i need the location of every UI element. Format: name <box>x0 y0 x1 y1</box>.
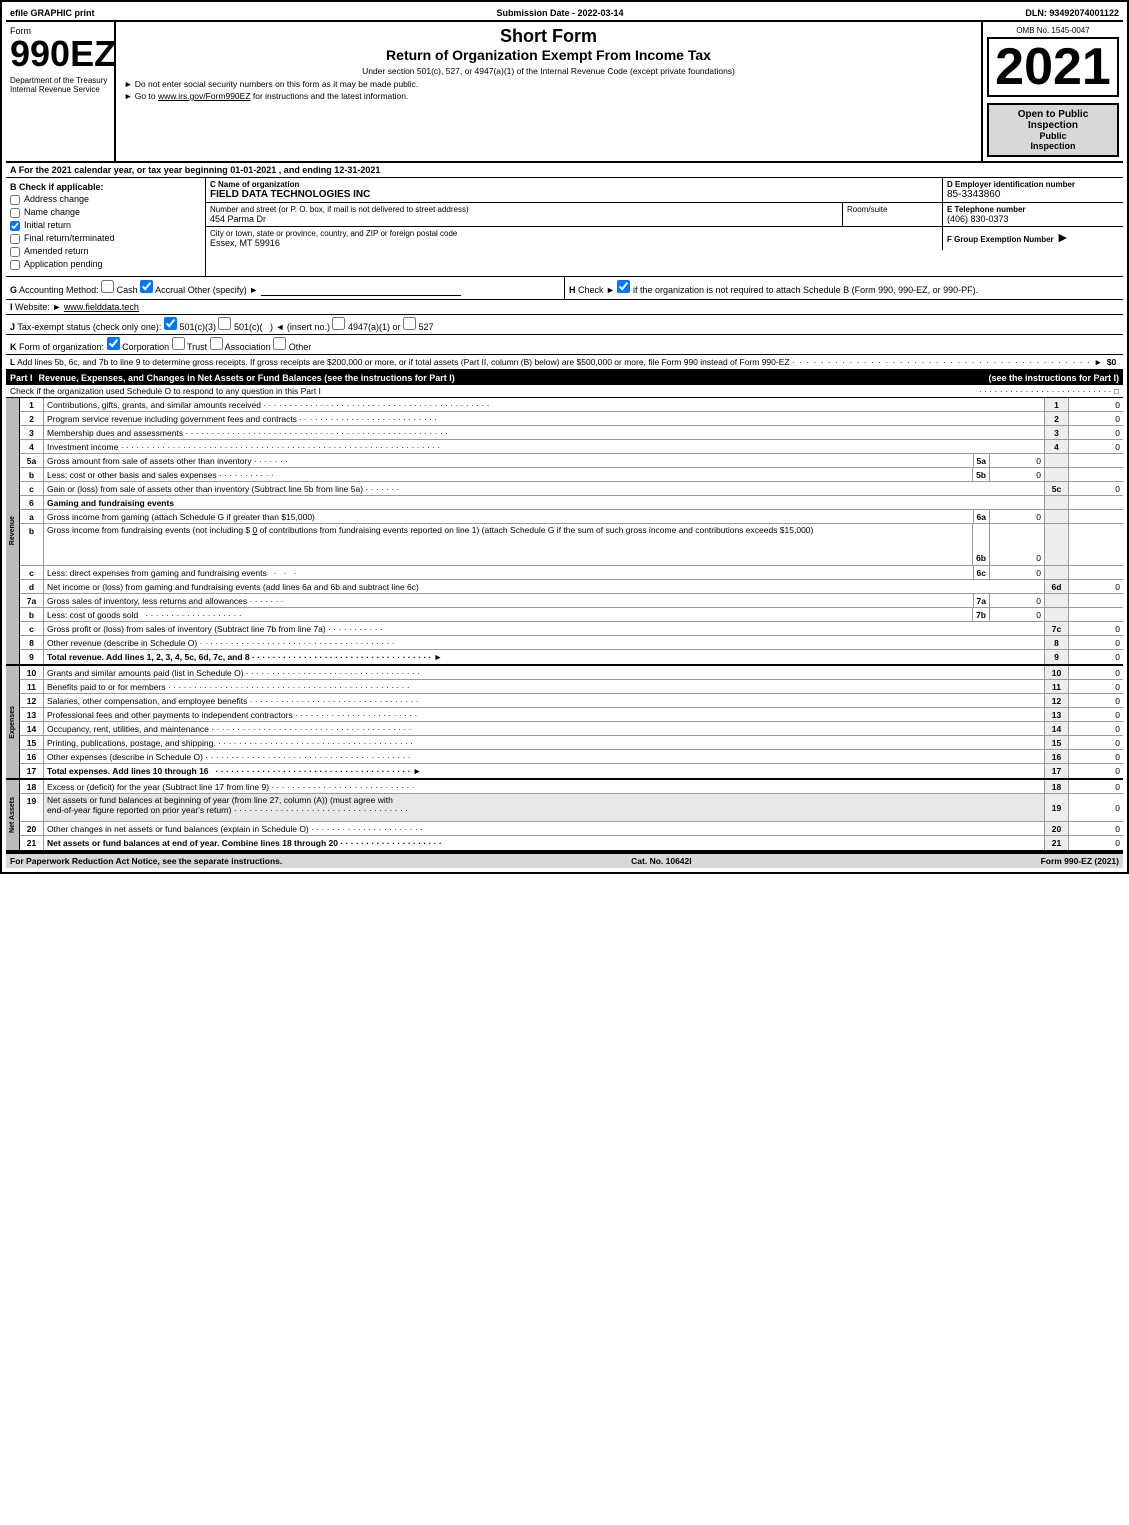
notice1: ► Do not enter social security numbers o… <box>124 79 973 89</box>
checkbox-name-change[interactable]: Name change <box>10 207 201 218</box>
open-inspection: Open to Public Inspection Public Inspect… <box>987 103 1119 157</box>
f-label: F Group Exemption Number ► <box>947 229 1119 245</box>
row-21: 21 Net assets or fund balances at end of… <box>20 836 1123 850</box>
section-b-label: B Check if applicable: <box>10 182 201 192</box>
revenue-sidebar: Revenue <box>9 516 16 545</box>
g-text: Accounting Method: <box>19 285 99 295</box>
527-checkbox[interactable] <box>403 317 416 330</box>
row-17: 17 Total expenses. Add lines 10 through … <box>20 764 1123 778</box>
footer: For Paperwork Reduction Act Notice, see … <box>6 852 1123 868</box>
notice2: ► Go to www.irs.gov/Form990EZ for instru… <box>124 91 973 101</box>
row-12: 12 Salaries, other compensation, and emp… <box>20 694 1123 708</box>
footer-paperwork: For Paperwork Reduction Act Notice, see … <box>10 856 282 866</box>
h-label: H <box>569 285 576 295</box>
row-8: 8 Other revenue (describe in Schedule O)… <box>20 636 1123 650</box>
checkbox-app-pending[interactable]: Application pending <box>10 259 201 270</box>
row-6a: a Gross income from gaming (attach Sched… <box>20 510 1123 524</box>
row-6b: b Gross income from fundraising events (… <box>20 524 1123 566</box>
row-1: 1 Contributions, gifts, grants, and simi… <box>20 398 1123 412</box>
ein: 85-3343860 <box>947 189 1119 200</box>
return-title: Return of Organization Exempt From Incom… <box>124 47 973 63</box>
page: efile GRAPHIC print Submission Date - 20… <box>0 0 1129 874</box>
city: Essex, MT 59916 <box>210 238 938 248</box>
row-11: 11 Benefits paid to or for members · · ·… <box>20 680 1123 694</box>
row-5c: c Gain or (loss) from sale of assets oth… <box>20 482 1123 496</box>
net-assets-sidebar: Net Assets <box>9 797 16 833</box>
checkbox-final-return[interactable]: Final return/terminated <box>10 233 201 244</box>
d-label: D Employer identification number <box>947 180 1119 189</box>
website-url: www.fielddata.tech <box>64 302 139 312</box>
year: 2021 <box>987 37 1119 97</box>
h-checkbox[interactable] <box>617 280 630 293</box>
dln: DLN: 93492074001122 <box>1025 8 1119 18</box>
row-18: 18 Excess or (deficit) for the year (Sub… <box>20 780 1123 794</box>
cash-checkbox[interactable] <box>101 280 114 293</box>
row-6c: c Less: direct expenses from gaming and … <box>20 566 1123 580</box>
address: 454 Parma Dr <box>210 214 838 224</box>
row-2: 2 Program service revenue including gove… <box>20 412 1123 426</box>
row-6d: d Net income or (loss) from gaming and f… <box>20 580 1123 594</box>
schedule-o-check-row: Check if the organization used Schedule … <box>6 385 1123 398</box>
row-13: 13 Professional fees and other payments … <box>20 708 1123 722</box>
row-6-header: 6 Gaming and fundraising events <box>20 496 1123 510</box>
row-15: 15 Printing, publications, postage, and … <box>20 736 1123 750</box>
row-7a: 7a Gross sales of inventory, less return… <box>20 594 1123 608</box>
g-label: G <box>10 285 17 295</box>
row-14: 14 Occupancy, rent, utilities, and maint… <box>20 722 1123 736</box>
e-label: E Telephone number <box>947 205 1119 214</box>
assoc-checkbox[interactable] <box>210 337 223 350</box>
website-row: I Website: ► www.fielddata.tech <box>6 300 1123 315</box>
row-16: 16 Other expenses (describe in Schedule … <box>20 750 1123 764</box>
row-9: 9 Total revenue. Add lines 1, 2, 3, 4, 5… <box>20 650 1123 664</box>
form-number: 990EZ <box>10 36 110 72</box>
efile-label: efile GRAPHIC print <box>10 8 95 18</box>
part1-header: Part I Revenue, Expenses, and Changes in… <box>6 371 1123 385</box>
footer-form-ref: Form 990-EZ (2021) <box>1041 856 1119 866</box>
room-label: Room/suite <box>847 205 938 214</box>
other-org-checkbox[interactable] <box>273 337 286 350</box>
row-4: 4 Investment income · · · · · · · · · · … <box>20 440 1123 454</box>
4947-checkbox[interactable] <box>332 317 345 330</box>
short-form-title: Short Form <box>124 26 973 47</box>
row-7c: c Gross profit or (loss) from sales of i… <box>20 622 1123 636</box>
501c-checkbox[interactable] <box>218 317 231 330</box>
row-20: 20 Other changes in net assets or fund b… <box>20 822 1123 836</box>
checkbox-initial-return[interactable]: Initial return <box>10 220 201 231</box>
c-label: C Name of organization <box>210 180 938 189</box>
tax-status-row: J Tax-exempt status (check only one): 50… <box>6 315 1123 335</box>
h-text: Check ► if the organization is not requi… <box>578 285 978 295</box>
footer-cat: Cat. No. 10642I <box>631 856 691 866</box>
row-5a: 5a Gross amount from sale of assets othe… <box>20 454 1123 468</box>
expenses-sidebar: Expenses <box>9 706 16 739</box>
checkbox-amended[interactable]: Amended return <box>10 246 201 257</box>
city-label: City or town, state or province, country… <box>210 229 938 238</box>
phone: (406) 830-0373 <box>947 214 1119 224</box>
row-19: 19 Net assets or fund balances at beginn… <box>20 794 1123 822</box>
row-7b: b Less: cost of goods sold · · · · · · ·… <box>20 608 1123 622</box>
form-org-row: K Form of organization: Corporation Trus… <box>6 335 1123 355</box>
subtitle: Under section 501(c), 527, or 4947(a)(1)… <box>124 66 973 76</box>
address-label: Number and street (or P. O. box, if mail… <box>210 205 838 214</box>
checkbox-addr-change[interactable]: Address change <box>10 194 201 205</box>
gross-receipts-row: L Add lines 5b, 6c, and 7b to line 9 to … <box>6 355 1123 371</box>
row-3: 3 Membership dues and assessments · · · … <box>20 426 1123 440</box>
corp-checkbox[interactable] <box>107 337 120 350</box>
accrual-checkbox[interactable] <box>140 280 153 293</box>
gross-receipts-value: $0 <box>1107 357 1116 367</box>
trust-checkbox[interactable] <box>172 337 185 350</box>
501c3-checkbox[interactable] <box>164 317 177 330</box>
submission-date: Submission Date - 2022-03-14 <box>496 8 623 18</box>
row-5b: b Less: cost or other basis and sales ex… <box>20 468 1123 482</box>
org-name: FIELD DATA TECHNOLOGIES INC <box>210 189 938 200</box>
omb-text: OMB No. 1545-0047 <box>987 26 1119 35</box>
section-a: A For the 2021 calendar year, or tax yea… <box>6 163 1123 178</box>
dept-label: Department of the Treasury Internal Reve… <box>10 76 110 94</box>
row-10: 10 Grants and similar amounts paid (list… <box>20 666 1123 680</box>
